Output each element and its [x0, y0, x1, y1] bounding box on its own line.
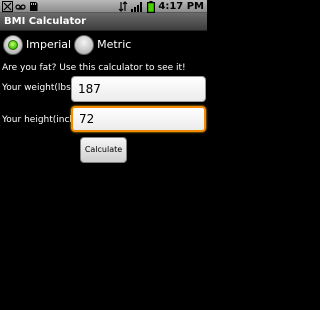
network-3g-icon [118, 1, 128, 12]
weight-label: Your weight(lbs ) [2, 83, 78, 93]
weight-input[interactable] [71, 76, 206, 102]
radio-imperial-label[interactable]: Imperial [26, 35, 71, 55]
app-title: BMI Calculator [4, 16, 87, 27]
radio-metric-label[interactable]: Metric [97, 35, 131, 55]
radio-checked-dot [8, 40, 18, 50]
radio-imperial[interactable] [3, 35, 23, 55]
battery-icon [147, 0, 156, 13]
unit-radio-group: Imperial Metric [3, 34, 134, 56]
height-input[interactable] [71, 106, 206, 132]
signal-icon [131, 2, 143, 12]
title-bar: BMI Calculator [0, 13, 207, 31]
question-text: Are you fat? Use this calculator to see … [2, 63, 186, 73]
height-label: Your height(inch) [2, 115, 79, 125]
voicemail-icon [15, 4, 26, 10]
system-icons: 4:17 PM [118, 0, 204, 13]
usb-debug-icon [2, 1, 13, 12]
status-bar: 4:17 PM [0, 0, 207, 13]
notification-icons [2, 1, 39, 12]
calculate-button[interactable]: Calculate [80, 137, 127, 163]
sd-card-icon [30, 2, 38, 11]
radio-metric[interactable] [74, 35, 95, 55]
clock: 4:17 PM [158, 1, 204, 12]
